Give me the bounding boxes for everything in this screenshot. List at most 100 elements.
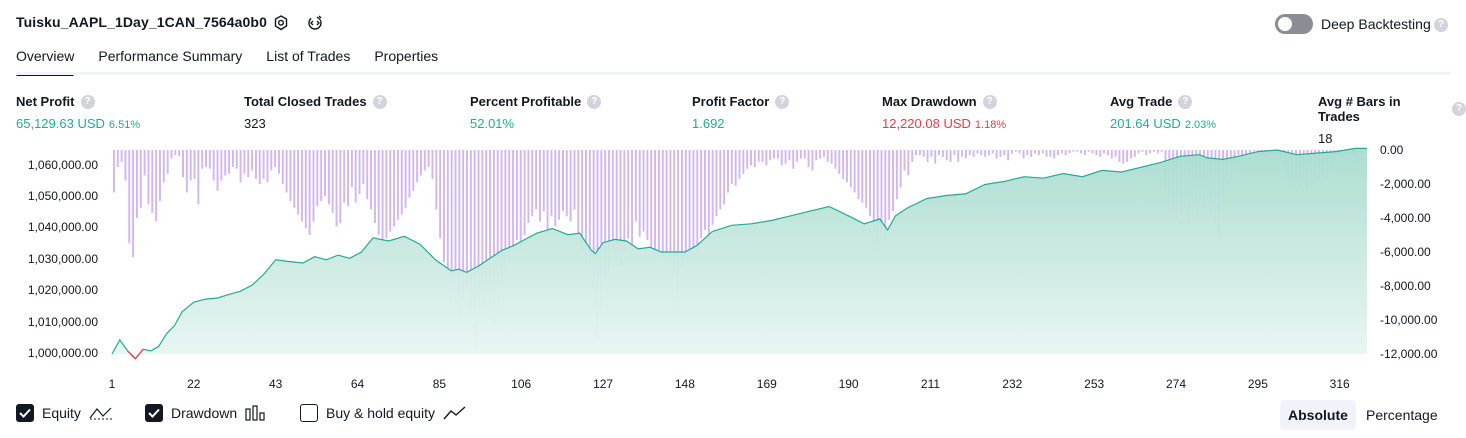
drawdown-bar: [404, 150, 407, 208]
drawdown-bar: [742, 150, 745, 174]
drawdown-bar: [938, 150, 941, 156]
drawdown-tick-label: -8,000.00: [1380, 279, 1431, 293]
drawdown-bar: [178, 150, 181, 156]
percentage-button[interactable]: Percentage: [1358, 400, 1446, 430]
drawdown-bar: [941, 150, 944, 157]
drawdown-bar: [1130, 150, 1132, 159]
drawdown-bar: [1064, 150, 1067, 156]
drawdown-bar: [316, 150, 319, 207]
drawdown-bar: [688, 150, 691, 254]
drawdown-bar: [1114, 150, 1117, 157]
drawdown-bar: [769, 150, 772, 161]
drawdown-bar: [784, 150, 787, 164]
drawdown-bar: [957, 150, 960, 162]
drawdown-bar: [208, 150, 211, 169]
drawdown-tick-label: -6,000.00: [1380, 245, 1431, 259]
drawdown-bar: [627, 150, 630, 239]
equity-checkbox[interactable]: [16, 404, 34, 422]
drawdown-bar: [546, 150, 549, 230]
drawdown-checkbox[interactable]: [145, 404, 163, 422]
drawdown-bar: [734, 150, 737, 186]
drawdown-bar: [258, 150, 261, 184]
drawdown-bar: [799, 150, 802, 159]
drawdown-bar: [1068, 150, 1071, 154]
drawdown-bar: [1103, 150, 1106, 154]
drawdown-bar: [1106, 150, 1109, 156]
legend-buy-hold[interactable]: Buy & hold equity: [300, 404, 467, 422]
drawdown-bar: [930, 150, 933, 157]
drawdown-bar: [331, 150, 334, 213]
drawdown-bar: [730, 150, 733, 184]
drawdown-bar: [1110, 150, 1113, 159]
drawdown-bar: [205, 150, 207, 167]
legend-equity[interactable]: Equity: [16, 404, 113, 422]
drawdown-bar: [665, 150, 668, 254]
drawdown-bar: [431, 150, 434, 179]
drawdown-bar: [373, 150, 376, 224]
drawdown-bar: [857, 150, 860, 200]
drawdown-bar: [999, 150, 1002, 157]
legend-drawdown[interactable]: Drawdown: [145, 404, 267, 422]
trend-line-icon: [443, 406, 466, 420]
drawdown-bar: [815, 150, 818, 161]
drawdown-bar: [926, 150, 929, 162]
drawdown-bar: [377, 150, 380, 235]
drawdown-bar: [304, 150, 307, 229]
equity-tick-label: 1,050,000.00: [27, 189, 98, 203]
drawdown-bar: [1087, 150, 1090, 152]
drawdown-bar: [661, 150, 664, 261]
drawdown-bar: [1237, 150, 1240, 156]
drawdown-bar: [819, 150, 822, 159]
drawdown-bar: [262, 150, 265, 179]
drawdown-bar: [792, 150, 795, 169]
drawdown-bar: [1003, 150, 1006, 156]
drawdown-bar: [642, 150, 645, 232]
equity-drawdown-chart[interactable]: [0, 0, 1466, 438]
drawdown-bar: [162, 150, 165, 183]
drawdown-bar: [327, 150, 330, 205]
drawdown-bar: [903, 150, 906, 171]
x-tick-label: 169: [756, 377, 777, 391]
drawdown-bar: [826, 150, 829, 162]
drawdown-bar: [239, 150, 242, 183]
drawdown-bar: [174, 150, 177, 156]
drawdown-bar: [888, 150, 891, 220]
drawdown-bar: [182, 150, 184, 178]
drawdown-bar: [289, 150, 292, 201]
drawdown-bar: [515, 150, 518, 241]
drawdown-bar: [531, 150, 534, 217]
drawdown-bar: [1007, 150, 1010, 161]
drawdown-bar: [842, 150, 845, 179]
drawdown-bar: [964, 150, 967, 159]
drawdown-bar: [120, 150, 123, 162]
drawdown-bar: [277, 150, 280, 174]
buy-hold-checkbox[interactable]: [300, 404, 318, 422]
drawdown-bar: [554, 150, 557, 227]
drawdown-bar: [1018, 150, 1021, 154]
drawdown-bar: [984, 150, 987, 157]
drawdown-bar: [143, 150, 146, 176]
drawdown-bar: [922, 150, 925, 157]
drawdown-bar: [711, 150, 714, 225]
drawdown-tick-label: -2,000.00: [1380, 177, 1431, 191]
drawdown-bar: [243, 150, 246, 174]
absolute-button[interactable]: Absolute: [1280, 400, 1356, 430]
drawdown-bar: [834, 150, 837, 169]
drawdown-bar: [216, 150, 219, 191]
drawdown-bar: [370, 150, 373, 210]
drawdown-bar: [1030, 150, 1033, 157]
drawdown-bar: [281, 150, 284, 184]
drawdown-bar: [151, 150, 154, 213]
drawdown-bar: [1045, 150, 1048, 157]
drawdown-bar: [988, 150, 990, 156]
drawdown-bar: [147, 150, 150, 205]
drawdown-bar: [934, 150, 937, 164]
drawdown-bar: [285, 150, 288, 193]
drawdown-bar: [508, 150, 511, 261]
x-tick-label: 253: [1084, 377, 1105, 391]
drawdown-bar: [1037, 150, 1040, 156]
drawdown-bar: [907, 150, 910, 176]
drawdown-bar: [112, 150, 115, 193]
drawdown-bar: [324, 150, 326, 196]
drawdown-bar: [266, 150, 269, 183]
